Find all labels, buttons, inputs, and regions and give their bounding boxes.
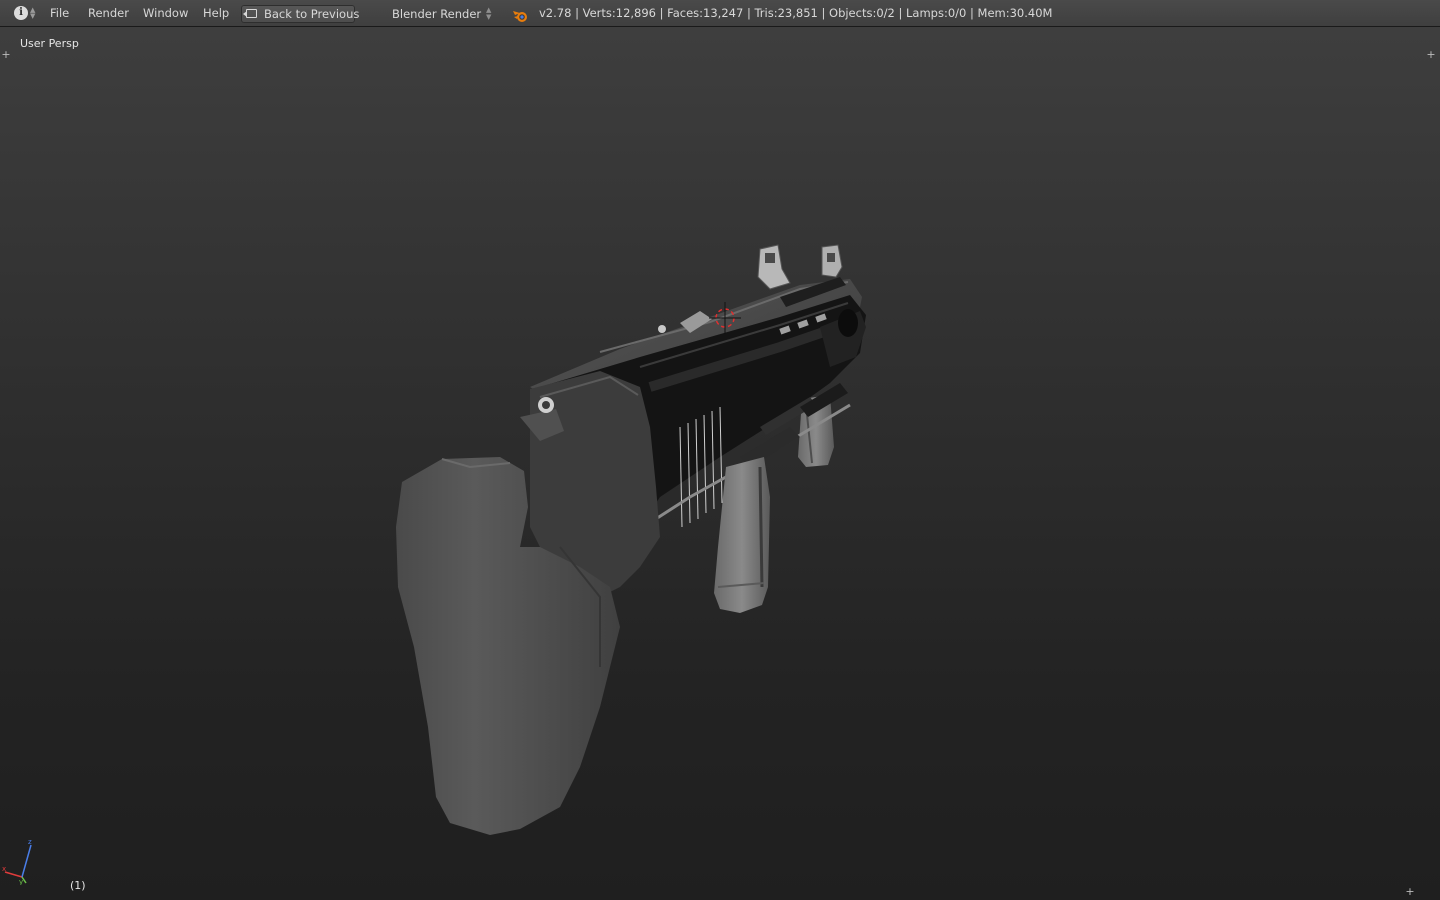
axis-gizmo-icon: x y z (2, 838, 32, 885)
3d-viewport[interactable]: User Persp (1) + + + x y z (0, 27, 1440, 900)
svg-text:z: z (28, 838, 32, 846)
back-to-previous-button[interactable]: Back to Previous (241, 5, 359, 23)
editor-type-selector[interactable]: i ▲ ▼ (8, 4, 38, 23)
shoulder-stock (396, 371, 660, 835)
blender-logo-icon (512, 6, 530, 22)
menu-file[interactable]: File (50, 0, 69, 27)
updown-arrows-icon: ▲ ▼ (486, 6, 492, 21)
current-frame-label: (1) (70, 879, 86, 892)
back-to-previous-icon (243, 9, 257, 18)
blender-window: i ▲ ▼ File Render Window Help Back to Pre… (0, 0, 1440, 900)
menu-window[interactable]: Window (143, 0, 188, 27)
properties-toggle-plus-icon[interactable]: + (1425, 49, 1437, 61)
toolshelf-toggle-plus-icon[interactable]: + (0, 49, 12, 61)
render-engine-select[interactable]: Blender Render ▲ ▼ (382, 5, 498, 23)
rifle-mesh[interactable] (0, 27, 1440, 900)
view-perspective-label: User Persp (20, 37, 79, 50)
updown-arrows-icon: ▲ ▼ (30, 6, 36, 20)
svg-text:x: x (2, 865, 6, 873)
back-to-previous-label: Back to Previous (264, 7, 360, 21)
info-icon: i (14, 6, 28, 20)
menu-render[interactable]: Render (88, 0, 129, 27)
info-header: i ▲ ▼ File Render Window Help Back to Pre… (0, 0, 1440, 27)
scene-statistics: v2.78 | Verts:12,896 | Faces:13,247 | Tr… (539, 6, 1053, 20)
render-engine-label: Blender Render (392, 7, 482, 21)
svg-text:y: y (19, 878, 23, 885)
menu-help[interactable]: Help (203, 0, 229, 27)
area-split-plus-icon[interactable]: + (1404, 886, 1416, 898)
